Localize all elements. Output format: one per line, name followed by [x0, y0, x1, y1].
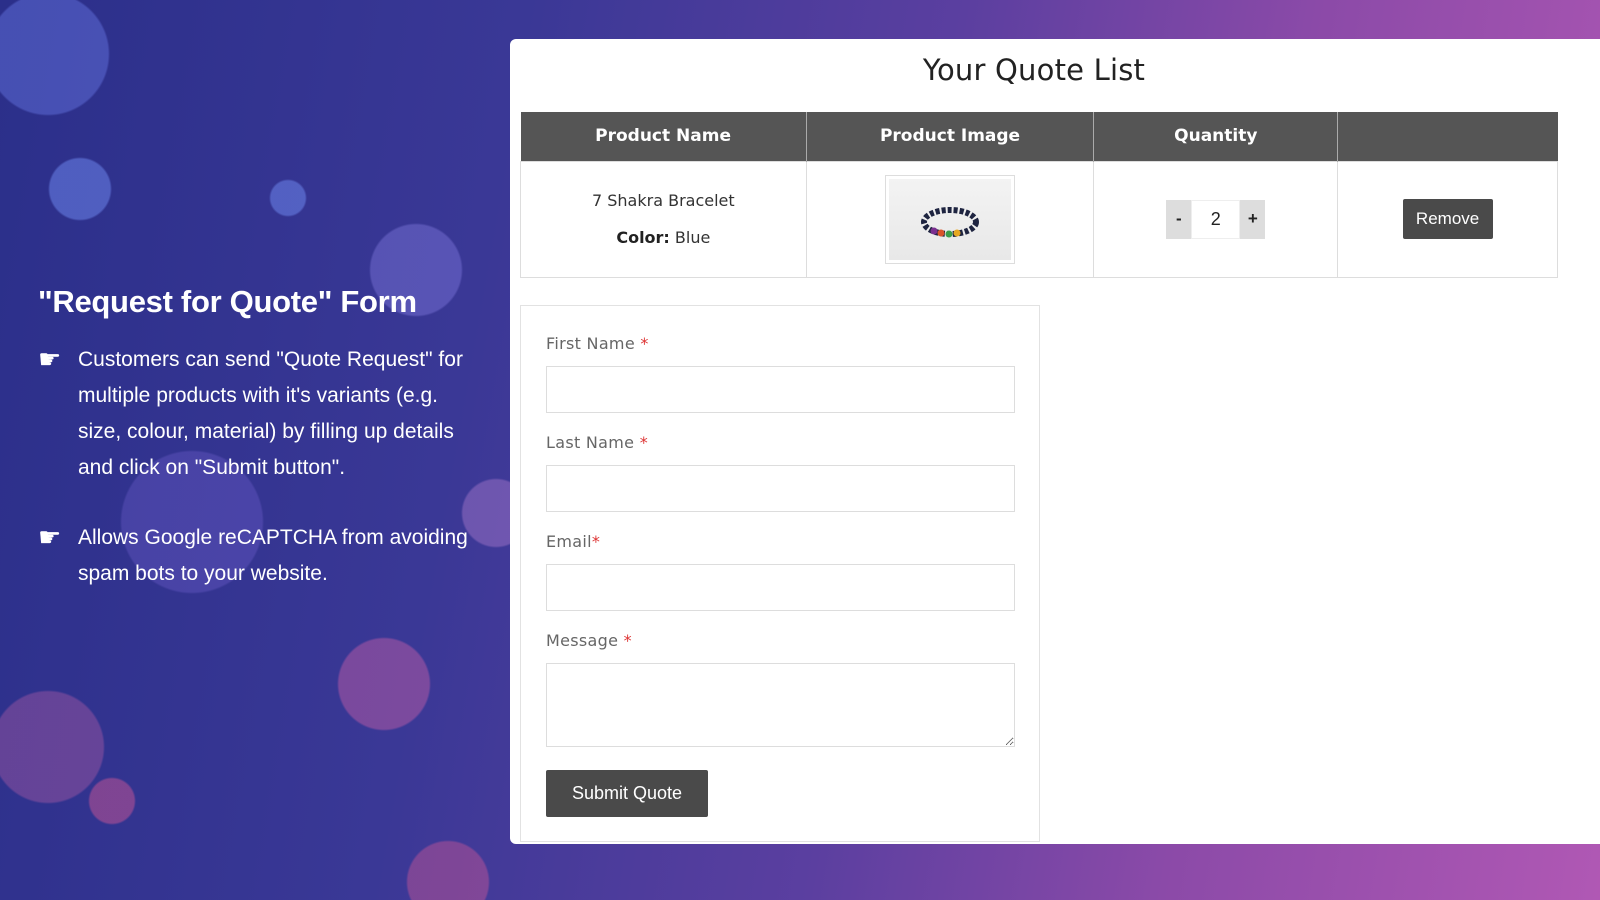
column-header-product-image: Product Image — [806, 112, 1095, 161]
actions-cell: Remove — [1337, 160, 1558, 278]
last-name-group: Last Name * — [546, 433, 1015, 512]
variant-value: Blue — [674, 228, 711, 247]
variant-label: Color: — [616, 228, 670, 247]
product-name: 7 Shakra Bracelet — [591, 191, 735, 210]
first-name-field[interactable] — [546, 366, 1015, 413]
first-name-label: First Name * — [546, 334, 649, 353]
last-name-label: Last Name * — [546, 433, 649, 452]
promo-bullet: ☛ Customers can send "Quote Request" for… — [38, 342, 478, 486]
quantity-input[interactable] — [1191, 199, 1241, 239]
remove-button[interactable]: Remove — [1402, 199, 1493, 239]
quote-request-form: First Name * Last Name * Email* Message … — [520, 305, 1040, 842]
quantity-stepper: - + — [1166, 199, 1266, 239]
quote-table: Product Name Product Image Quantity 7 Sh… — [520, 112, 1558, 278]
column-header-product-name: Product Name — [520, 112, 807, 161]
message-group: Message * — [546, 631, 1015, 747]
product-name-cell: 7 Shakra Bracelet Color: Blue — [520, 160, 807, 278]
bracelet-image — [889, 178, 1012, 260]
product-image-cell — [805, 160, 1095, 278]
product-thumbnail[interactable] — [885, 174, 1016, 264]
promo-bullet-text: Customers can send "Quote Request" for m… — [78, 348, 463, 479]
email-label: Email* — [546, 532, 601, 551]
message-label: Message * — [546, 631, 632, 650]
quote-table-header: Product Name Product Image Quantity — [520, 112, 1558, 161]
first-name-group: First Name * — [546, 334, 1015, 413]
promo-bullet-text: Allows Google reCAPTCHA from avoiding sp… — [78, 526, 468, 585]
quote-panel: Your Quote List Product Name Product Ima… — [510, 39, 1600, 844]
column-header-actions — [1337, 112, 1558, 161]
last-name-field[interactable] — [546, 465, 1015, 512]
pointing-hand-icon: ☛ — [38, 344, 62, 374]
promo-section: "Request for Quote" Form ☛ Customers can… — [38, 284, 478, 626]
message-field[interactable] — [546, 663, 1015, 747]
email-field[interactable] — [546, 564, 1015, 611]
table-row: 7 Shakra Bracelet Color: Blue - 2 + Remo… — [520, 160, 1558, 278]
decrease-quantity-button[interactable]: - — [1166, 199, 1192, 239]
quantity-cell: - + — [1093, 160, 1339, 278]
pointing-hand-icon: ☛ — [38, 522, 62, 552]
required-mark: * — [640, 334, 649, 353]
quote-list-title: Your Quote List — [922, 53, 1146, 87]
submit-quote-button[interactable]: Submit Quote — [546, 770, 708, 817]
email-group: Email* — [546, 532, 1015, 611]
promo-title: "Request for Quote" Form — [38, 284, 417, 319]
required-mark: * — [639, 433, 649, 452]
required-mark: * — [623, 631, 632, 650]
bracelet-icon — [921, 206, 980, 237]
increase-quantity-button[interactable]: + — [1240, 199, 1266, 239]
required-mark: * — [591, 532, 601, 551]
product-variant: Color: Blue — [521, 228, 806, 247]
promo-bullet: ☛ Allows Google reCAPTCHA from avoiding … — [38, 520, 478, 592]
column-header-quantity: Quantity — [1093, 112, 1339, 161]
